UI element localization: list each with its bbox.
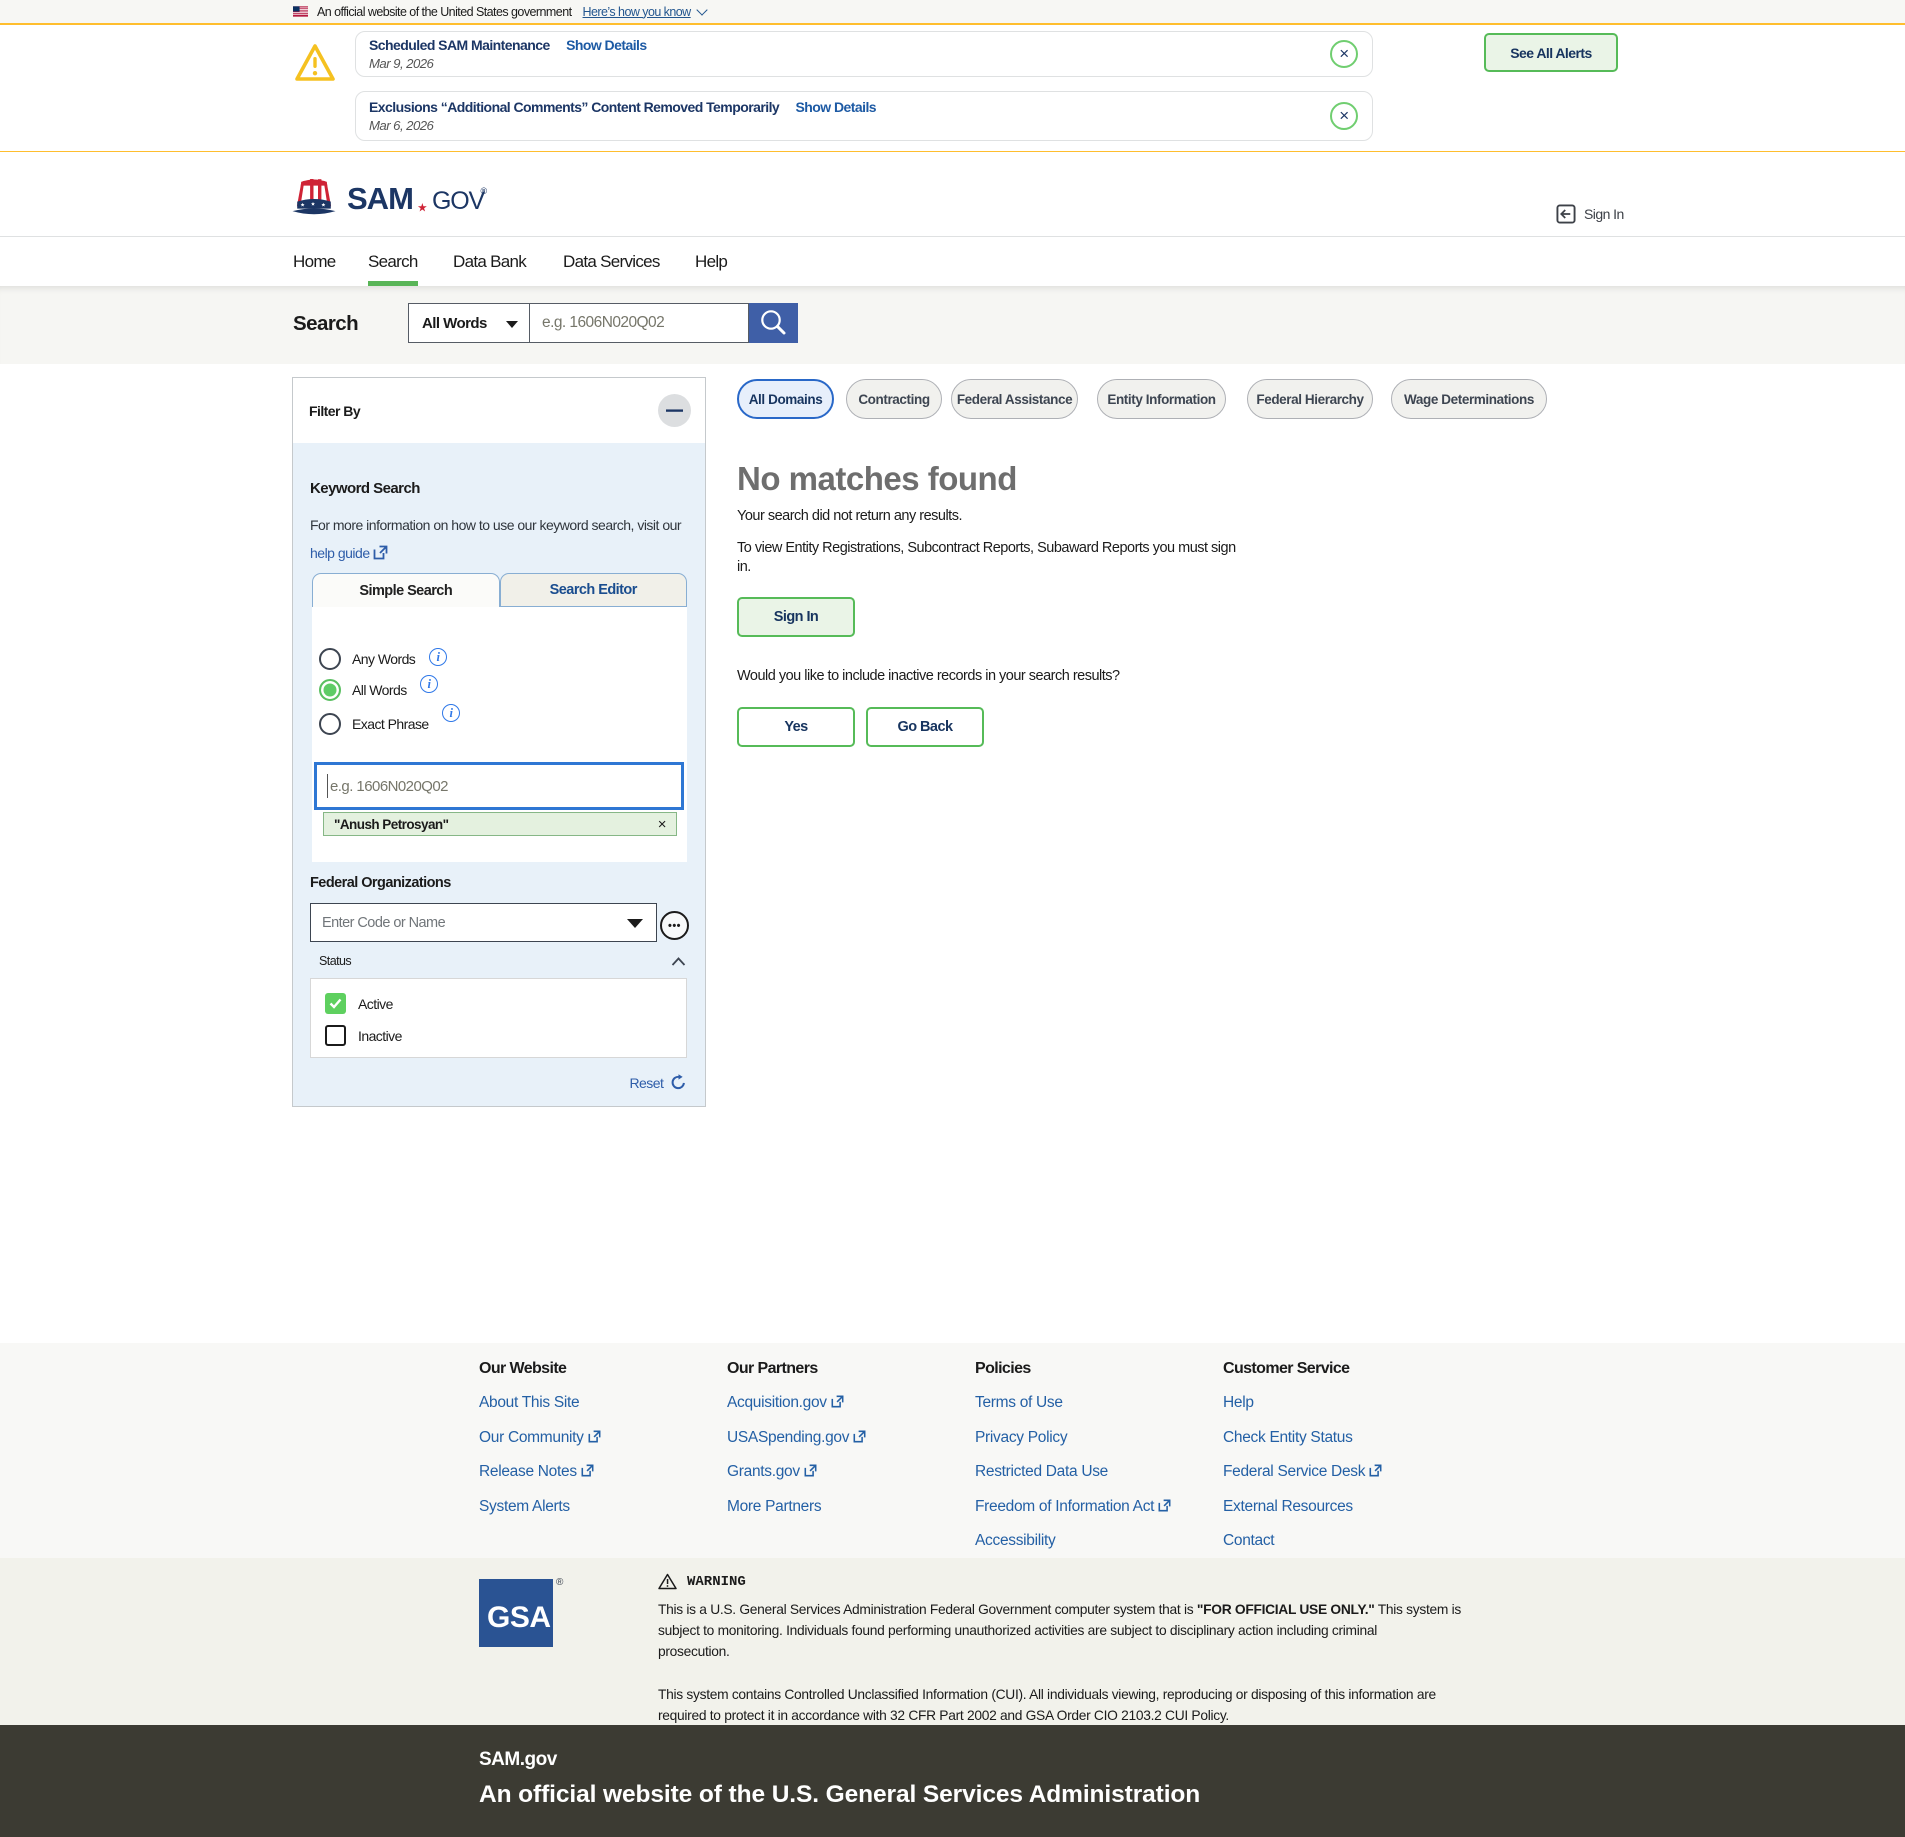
svg-text:GOV: GOV (432, 187, 485, 215)
svg-text:®: ® (481, 186, 488, 196)
svg-text:GSA: GSA (487, 1601, 551, 1634)
svg-text:SAM: SAM (347, 181, 413, 216)
